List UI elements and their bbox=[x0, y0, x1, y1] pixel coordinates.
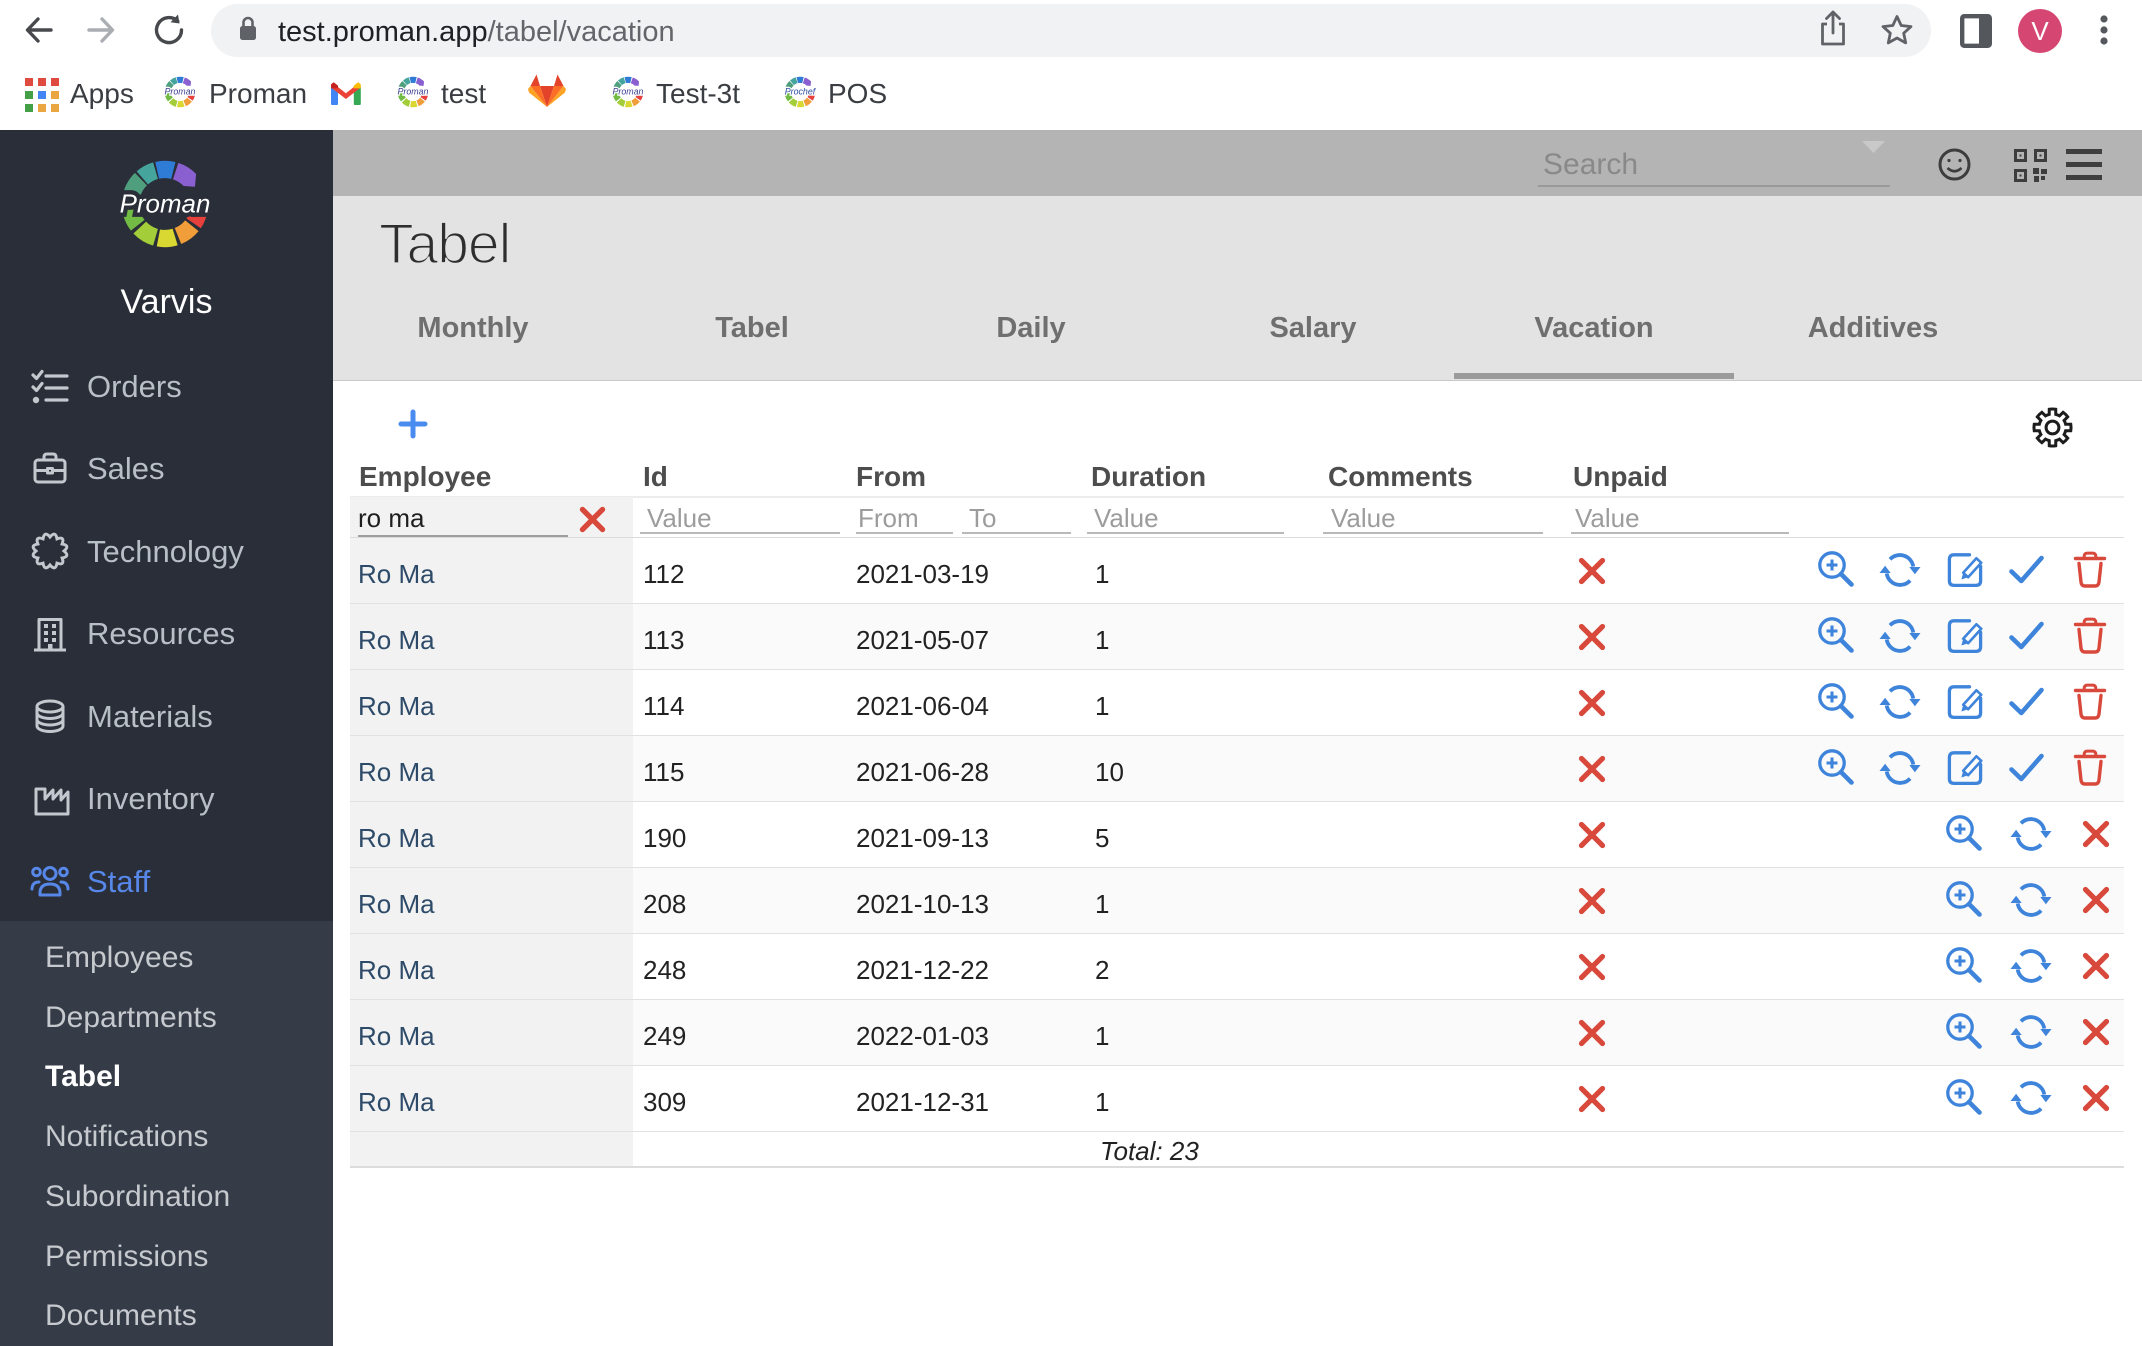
svg-text:Proman: Proman bbox=[165, 86, 196, 96]
svg-text:Proman: Proman bbox=[120, 191, 211, 219]
svg-text:Proman: Proman bbox=[613, 86, 644, 96]
svg-text:Prochef: Prochef bbox=[785, 86, 817, 96]
svg-text:Proman: Proman bbox=[398, 86, 429, 96]
